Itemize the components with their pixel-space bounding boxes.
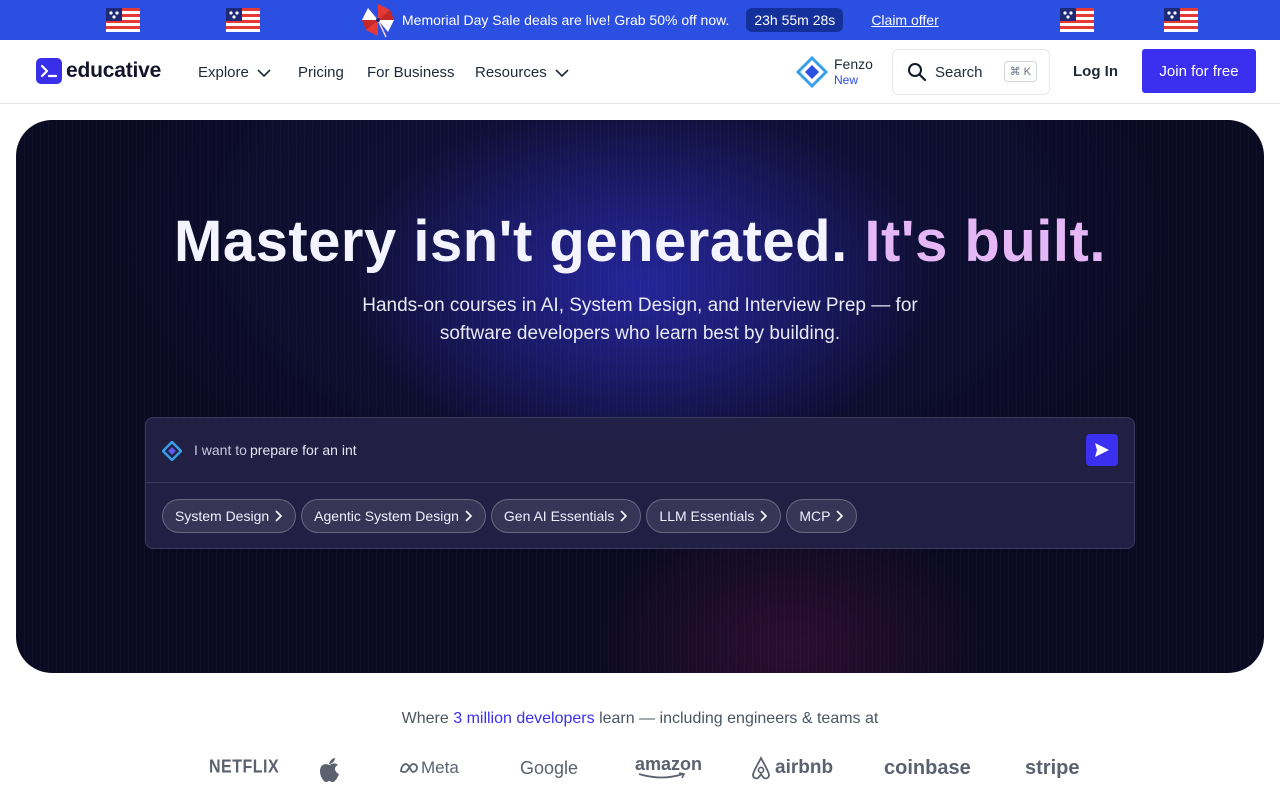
search-button[interactable]: Search ⌘ K (892, 49, 1050, 95)
apple-logo-icon (320, 758, 339, 782)
pinwheel-icon (362, 4, 394, 38)
educative-logo[interactable]: educative (36, 58, 161, 84)
prompt-input[interactable] (250, 438, 950, 462)
amazon-logo: amazon (635, 752, 702, 784)
chip-system-design[interactable]: System Design (162, 499, 297, 533)
fenzo-diamond-icon (796, 56, 828, 88)
chevron-right-icon (836, 510, 844, 522)
chip-label: MCP (799, 508, 831, 524)
join-for-free-button[interactable]: Join for free (1142, 49, 1256, 93)
social-proof-text: Where 3 million developers learn — inclu… (0, 710, 1280, 728)
proof-prefix: Where (401, 710, 449, 727)
google-logo: Google (520, 757, 579, 778)
nav-explore[interactable]: Explore (198, 64, 271, 81)
prompt-input-row: I want to (146, 418, 1134, 483)
nav-pricing-label: Pricing (298, 64, 344, 81)
nav-for-business-label: For Business (367, 64, 455, 81)
meta-logo: Meta (399, 752, 459, 784)
claim-offer-link[interactable]: Claim offer (871, 12, 938, 28)
meta-infinity-icon (400, 763, 418, 773)
airbnb-logo: airbnb (750, 752, 833, 784)
promo-content: Memorial Day Sale deals are live! Grab 5… (360, 0, 939, 40)
fenzo-diamond-icon (162, 441, 182, 461)
chevron-right-icon (760, 510, 768, 522)
chip-llm-essentials[interactable]: LLM Essentials (646, 499, 782, 533)
hero-section: Mastery isn't generated. It's built. Han… (16, 120, 1264, 673)
chip-label: LLM Essentials (659, 508, 755, 524)
chip-mcp[interactable]: MCP (786, 499, 858, 533)
meta-wordmark: Meta (421, 758, 459, 777)
chip-label: System Design (175, 508, 270, 524)
coinbase-logo: coinbase (884, 756, 971, 779)
headline-accent: It's built. (864, 209, 1106, 274)
airbnb-belo-icon (752, 756, 770, 780)
learning-prompt-box: I want to System Design Agentic System D… (145, 417, 1135, 549)
chip-gen-ai-essentials[interactable]: Gen AI Essentials (490, 499, 642, 533)
us-flag-icon (1164, 8, 1198, 32)
nav-resources-label: Resources (475, 64, 547, 81)
us-flag-icon (106, 8, 140, 32)
new-badge: New (834, 73, 859, 87)
nav-explore-label: Explore (198, 64, 249, 81)
chevron-down-icon (257, 68, 271, 77)
prompt-prefix: I want to (194, 442, 247, 458)
amazon-wordmark: amazon (635, 754, 703, 774)
headline-main: Mastery isn't generated. (174, 209, 848, 274)
chevron-right-icon (275, 510, 283, 522)
chevron-right-icon (620, 510, 628, 522)
fenzo-link[interactable]: Fenzo New (796, 56, 873, 88)
chip-agentic-system-design[interactable]: Agentic System Design (301, 499, 486, 533)
hero-subheading: Hands-on courses in AI, System Design, a… (362, 295, 918, 344)
nav-pricing[interactable]: Pricing (298, 64, 344, 81)
suggestion-chips: System Design Agentic System Design Gen … (162, 499, 862, 533)
search-label: Search (935, 63, 983, 81)
us-flag-icon (226, 8, 260, 32)
chip-label: Gen AI Essentials (503, 508, 615, 524)
proof-highlight: 3 million developers (453, 710, 595, 727)
promo-text: Memorial Day Sale deals are live! Grab 5… (402, 12, 730, 28)
chip-label: Agentic System Design (314, 508, 459, 524)
stripe-logo: stripe (1025, 756, 1080, 779)
company-logos: NETFLIX Meta Google amazon airbnb coinba… (0, 752, 1280, 784)
amazon-smile-icon (638, 772, 686, 779)
chevron-right-icon (465, 510, 473, 522)
login-button[interactable]: Log In (1073, 63, 1118, 80)
top-navigation: educative Explore Pricing For Business R… (0, 40, 1280, 104)
keyboard-shortcut: ⌘ K (1003, 61, 1037, 82)
send-icon (1095, 443, 1109, 457)
send-button[interactable] (1086, 434, 1118, 466)
promo-banner: Memorial Day Sale deals are live! Grab 5… (0, 0, 1280, 40)
search-icon (908, 63, 927, 82)
nav-for-business[interactable]: For Business (367, 64, 455, 81)
us-flag-icon (1060, 8, 1094, 32)
terminal-logo-icon (36, 58, 62, 84)
logo-wordmark: educative (66, 59, 162, 82)
proof-suffix: learn — including engineers & teams at (599, 710, 879, 727)
countdown-timer: 23h 55m 28s (746, 8, 844, 32)
chevron-down-icon (555, 68, 569, 77)
hero-headline: Mastery isn't generated. It's built. (16, 208, 1264, 275)
airbnb-wordmark: airbnb (775, 757, 834, 778)
nav-resources[interactable]: Resources (475, 64, 569, 81)
netflix-logo: NETFLIX (209, 757, 280, 778)
fenzo-name: Fenzo (834, 56, 873, 72)
